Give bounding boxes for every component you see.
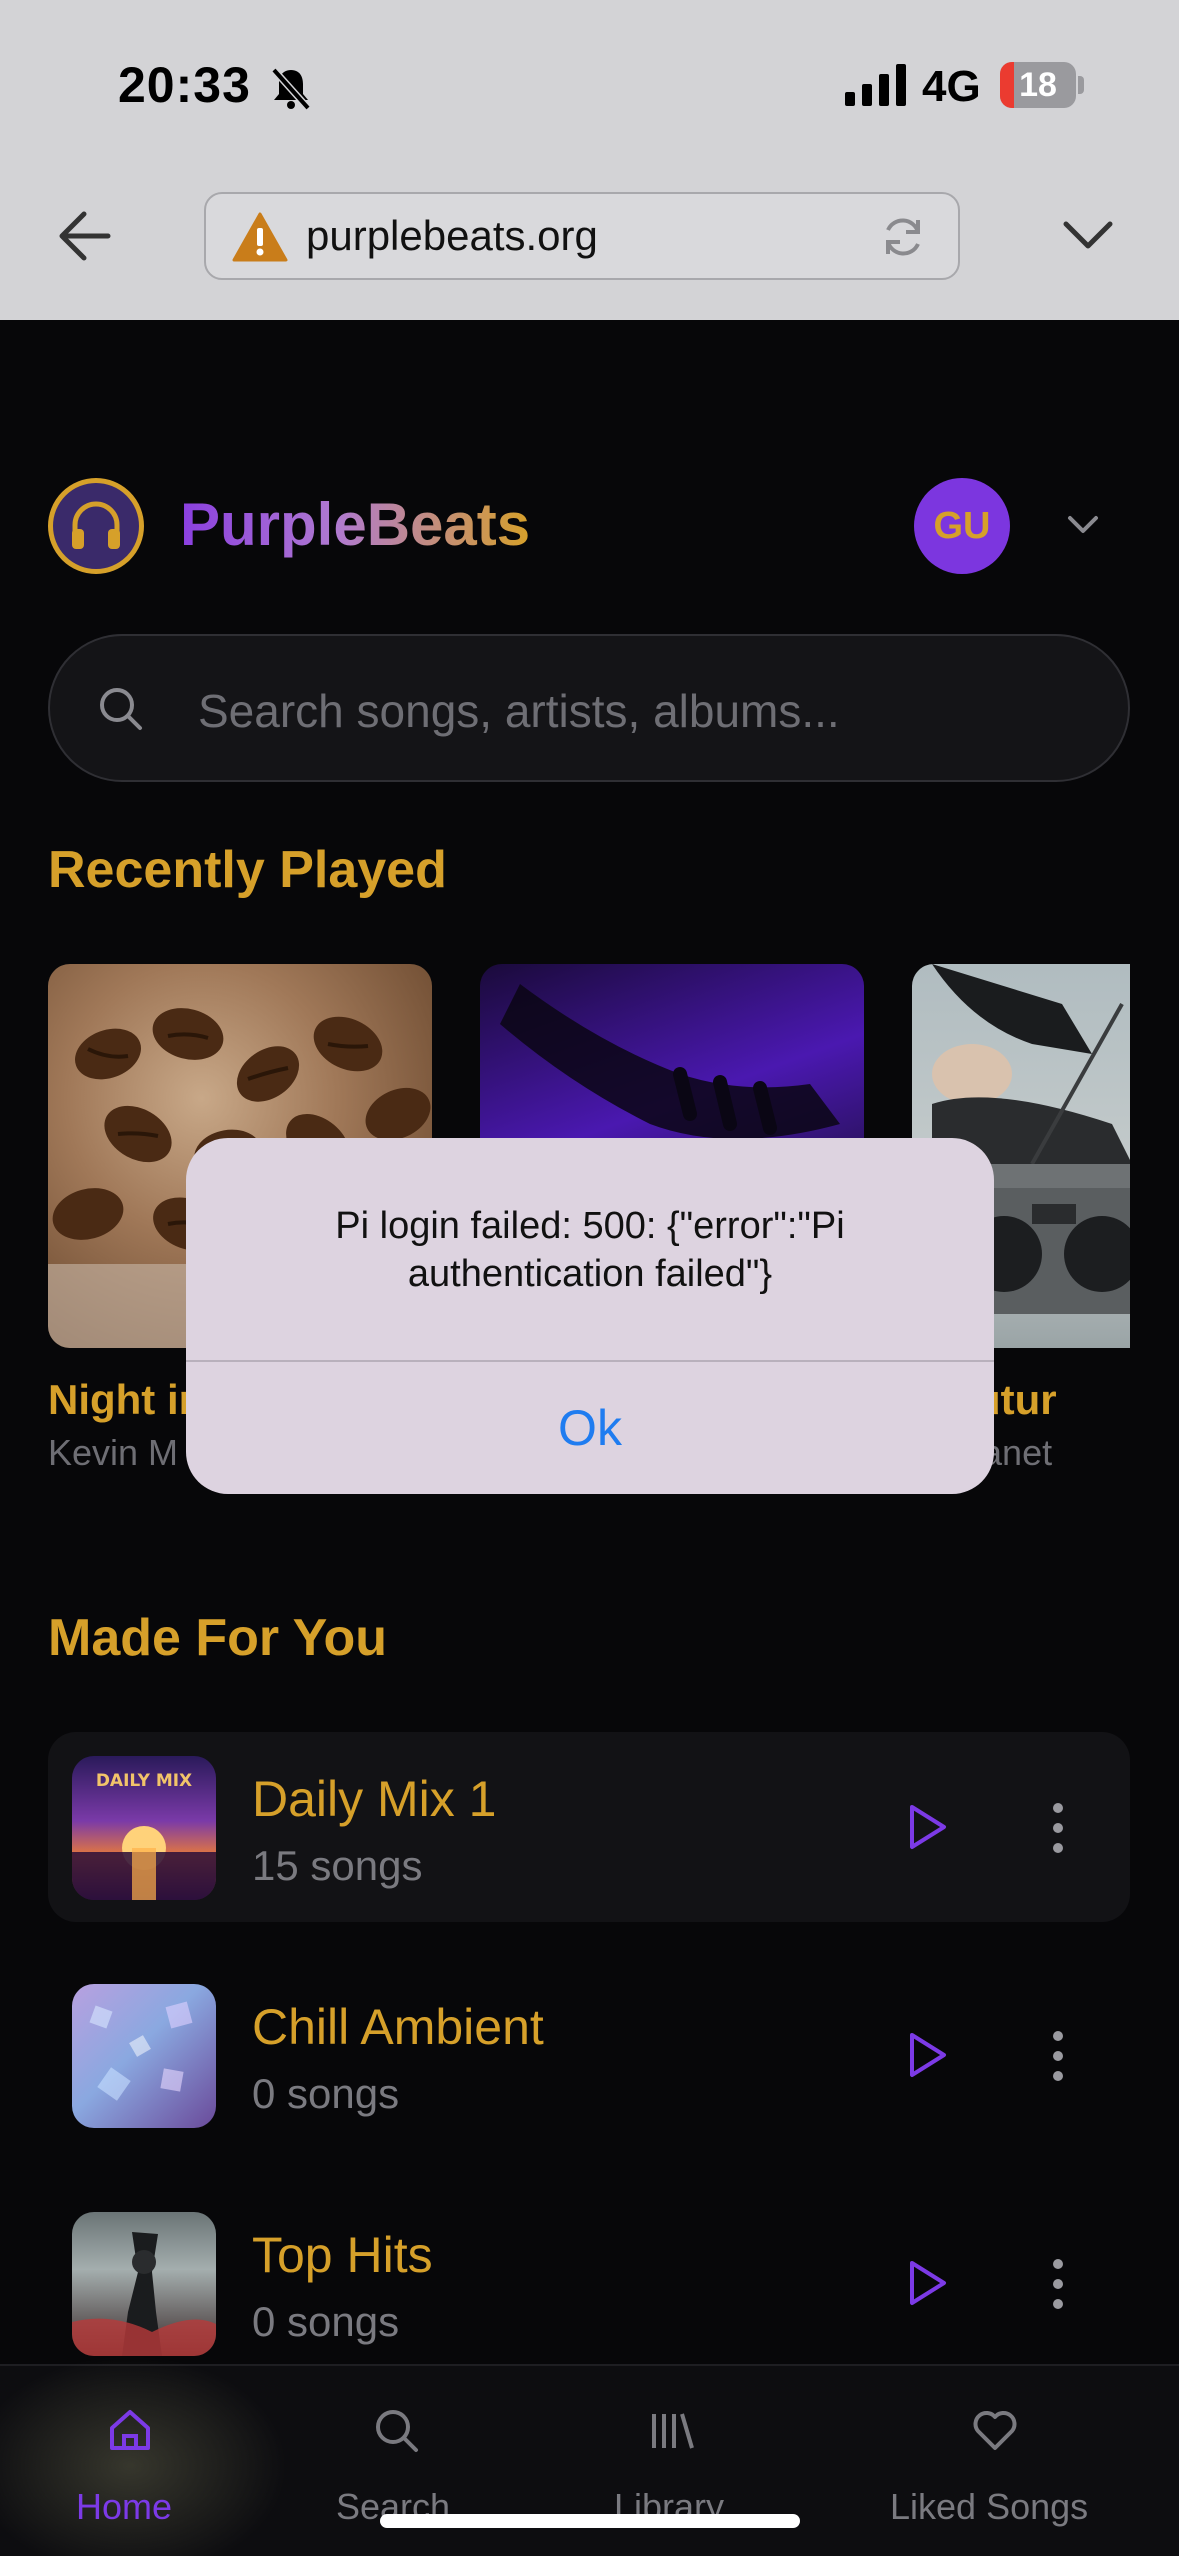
playlist-row[interactable]: Chill Ambient 0 songs — [48, 1960, 1130, 2150]
more-vertical-icon[interactable] — [1050, 2254, 1066, 2314]
status-time: 20:33 — [118, 57, 251, 113]
search-input[interactable]: Search songs, artists, albums... — [198, 684, 840, 738]
warning-icon — [232, 212, 288, 262]
profile-chevron-down-icon[interactable] — [1064, 508, 1102, 542]
play-icon[interactable] — [906, 2258, 950, 2308]
url-text: purplebeats.org — [306, 212, 598, 259]
daily-mix-art-text: DAILY MIX — [96, 1771, 192, 1791]
search-icon — [376, 2410, 418, 2452]
playlist-art-chill-ambient — [72, 1984, 216, 2128]
nav-item-home[interactable]: Home — [60, 2366, 200, 2556]
brand-name: PurpleBeats — [180, 491, 531, 558]
app-logo[interactable] — [48, 478, 144, 574]
login-error-alert: Pi login failed: 500: {"error":"Pi authe… — [186, 1138, 994, 1494]
playlist-song-count: 0 songs — [252, 2070, 400, 2117]
section-title-recently-played: Recently Played — [48, 841, 447, 899]
headphones-icon — [72, 501, 120, 549]
section-title-made-for-you: Made For You — [48, 1609, 387, 1667]
library-icon — [652, 2413, 694, 2449]
nav-label: Liked Songs — [890, 2486, 1089, 2527]
home-icon — [110, 2410, 150, 2450]
play-icon[interactable] — [906, 2030, 950, 2080]
signal-icon — [845, 64, 906, 106]
playlist-title: Top Hits — [252, 2227, 433, 2283]
playlist-art-daily-mix: DAILY MIX — [72, 1756, 216, 1900]
avatar[interactable]: GU — [914, 478, 1010, 574]
alert-ok-button[interactable]: Ok — [186, 1362, 994, 1494]
alert-message: Pi login failed: 500: {"error":"Pi authe… — [335, 1205, 845, 1295]
playlist-title: Chill Ambient — [252, 1999, 544, 2055]
play-icon[interactable] — [906, 1802, 950, 1852]
search-bar[interactable]: Search songs, artists, albums... — [48, 634, 1130, 782]
browser-chrome: 20:33 4G 18 purplebeats.org — [0, 0, 1179, 320]
network-type: 4G — [922, 62, 981, 111]
playlist-row[interactable]: DAILY MIX Daily Mix 1 15 songs — [48, 1732, 1130, 1922]
more-vertical-icon[interactable] — [1050, 1798, 1066, 1858]
url-bar[interactable]: purplebeats.org — [204, 192, 960, 280]
playlist-art-top-hits — [72, 2212, 216, 2356]
nav-label: Home — [76, 2486, 173, 2527]
playlist-song-count: 15 songs — [252, 1842, 423, 1889]
more-vertical-icon[interactable] — [1050, 2026, 1066, 2086]
battery-tip — [1078, 76, 1084, 94]
chevron-down-icon[interactable] — [1062, 216, 1114, 256]
playlist-song-count: 0 songs — [252, 2298, 400, 2345]
playlist-title: Daily Mix 1 — [252, 1771, 497, 1827]
back-arrow-icon[interactable] — [54, 208, 114, 264]
reload-icon[interactable] — [878, 212, 928, 262]
heart-icon — [973, 2411, 1017, 2450]
recent-card-title: Night ir — [48, 1376, 195, 1423]
home-indicator — [380, 2514, 800, 2528]
battery-percent: 18 — [1019, 66, 1057, 104]
search-icon — [100, 688, 142, 730]
battery-indicator: 18 — [1000, 62, 1076, 108]
nav-item-liked-songs[interactable]: Liked Songs — [870, 2366, 1120, 2556]
recent-card-artist: Kevin M — [48, 1432, 179, 1473]
bell-muted-icon — [271, 67, 311, 110]
